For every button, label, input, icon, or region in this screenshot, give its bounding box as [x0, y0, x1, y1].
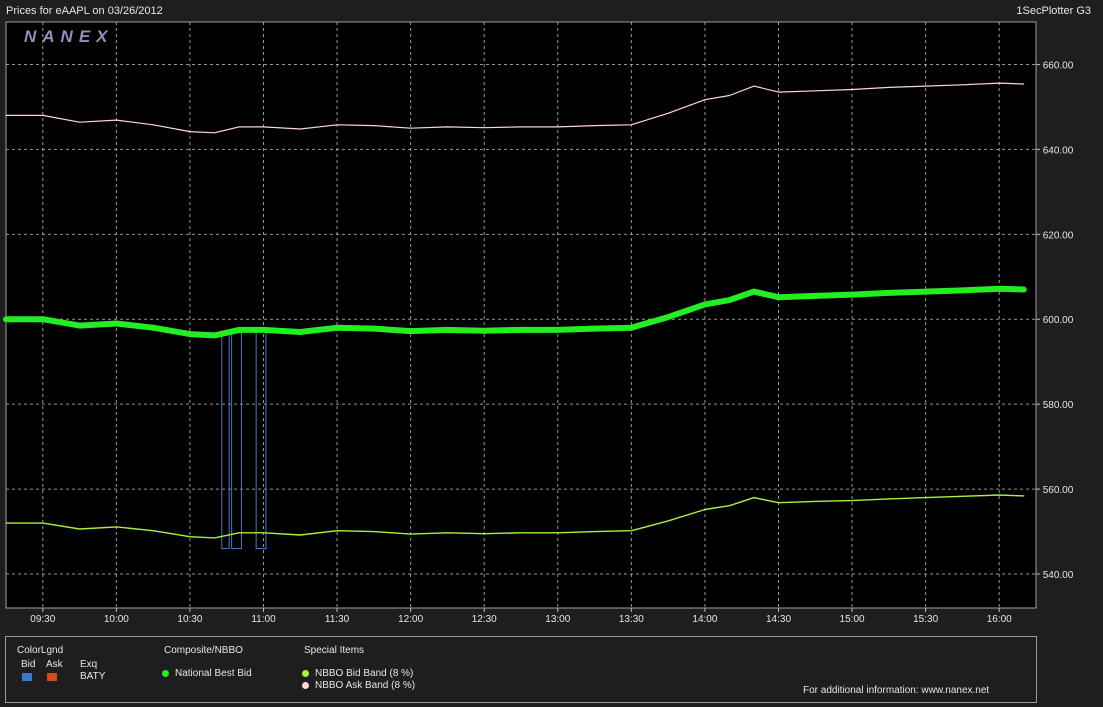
legend-panel: ColorLgnd Bid Ask Exq BATY Composite/NBB… [5, 636, 1037, 703]
x-tick-label: 09:30 [30, 614, 55, 625]
watermark-logo: NANEX [24, 27, 114, 46]
bid-label: Bid [21, 659, 36, 670]
exq-label: Exq [80, 659, 98, 670]
legend-item-ask-band: NBBO Ask Band (8 %) [302, 680, 415, 691]
legend-label-bid-band: NBBO Bid Band (8 %) [315, 668, 414, 679]
ask-band-dot [302, 681, 309, 689]
y-tick-label: 660.00 [1043, 60, 1074, 71]
y-tick-label: 640.00 [1043, 145, 1074, 156]
legend-item-bid-band: NBBO Bid Band (8 %) [302, 668, 413, 679]
exchange-label: BATY [80, 671, 106, 682]
ask-label: Ask [46, 659, 63, 670]
legend-label-ask-band: NBBO Ask Band (8 %) [315, 680, 416, 691]
national-best-bid-dot [162, 669, 169, 677]
x-tick-label: 16:00 [987, 614, 1012, 625]
x-tick-label: 11:30 [325, 614, 350, 625]
x-tick-label: 12:30 [472, 614, 497, 625]
y-tick-label: 600.00 [1043, 315, 1074, 326]
x-tick-label: 11:00 [251, 614, 276, 625]
x-tick-label: 13:00 [545, 614, 570, 625]
composite-title: Composite/NBBO [164, 645, 243, 656]
y-tick-label: 620.00 [1043, 230, 1074, 241]
y-tick-label: 560.00 [1043, 485, 1074, 496]
x-tick-label: 10:00 [104, 614, 129, 625]
special-items-title: Special Items [304, 645, 365, 656]
y-tick-label: 580.00 [1043, 400, 1074, 411]
x-tick-label: 10:30 [177, 614, 202, 625]
x-tick-label: 13:30 [619, 614, 644, 625]
x-tick-label: 14:30 [766, 614, 791, 625]
footer-info: For additional information: www.nanex.ne… [803, 685, 990, 696]
legend-label-national-best-bid: National Best Bid [175, 668, 252, 679]
ask-color-square [47, 673, 57, 681]
plot-area [5, 21, 1037, 609]
legend-item-national-best-bid: National Best Bid [162, 668, 252, 679]
x-tick-label: 15:00 [840, 614, 865, 625]
price-chart: NANEX 09:30 10:00 10:30 11:00 11:30 12:00 12:3… [3, 21, 1074, 625]
x-tick-label: 12:00 [398, 614, 423, 625]
color-legend-title: ColorLgnd [17, 645, 64, 656]
x-tick-label: 14:00 [692, 614, 717, 625]
bid-color-square [22, 673, 32, 681]
y-tick-label: 540.00 [1043, 570, 1074, 581]
bid-band-dot [302, 669, 309, 677]
x-tick-label: 15:30 [913, 614, 938, 625]
